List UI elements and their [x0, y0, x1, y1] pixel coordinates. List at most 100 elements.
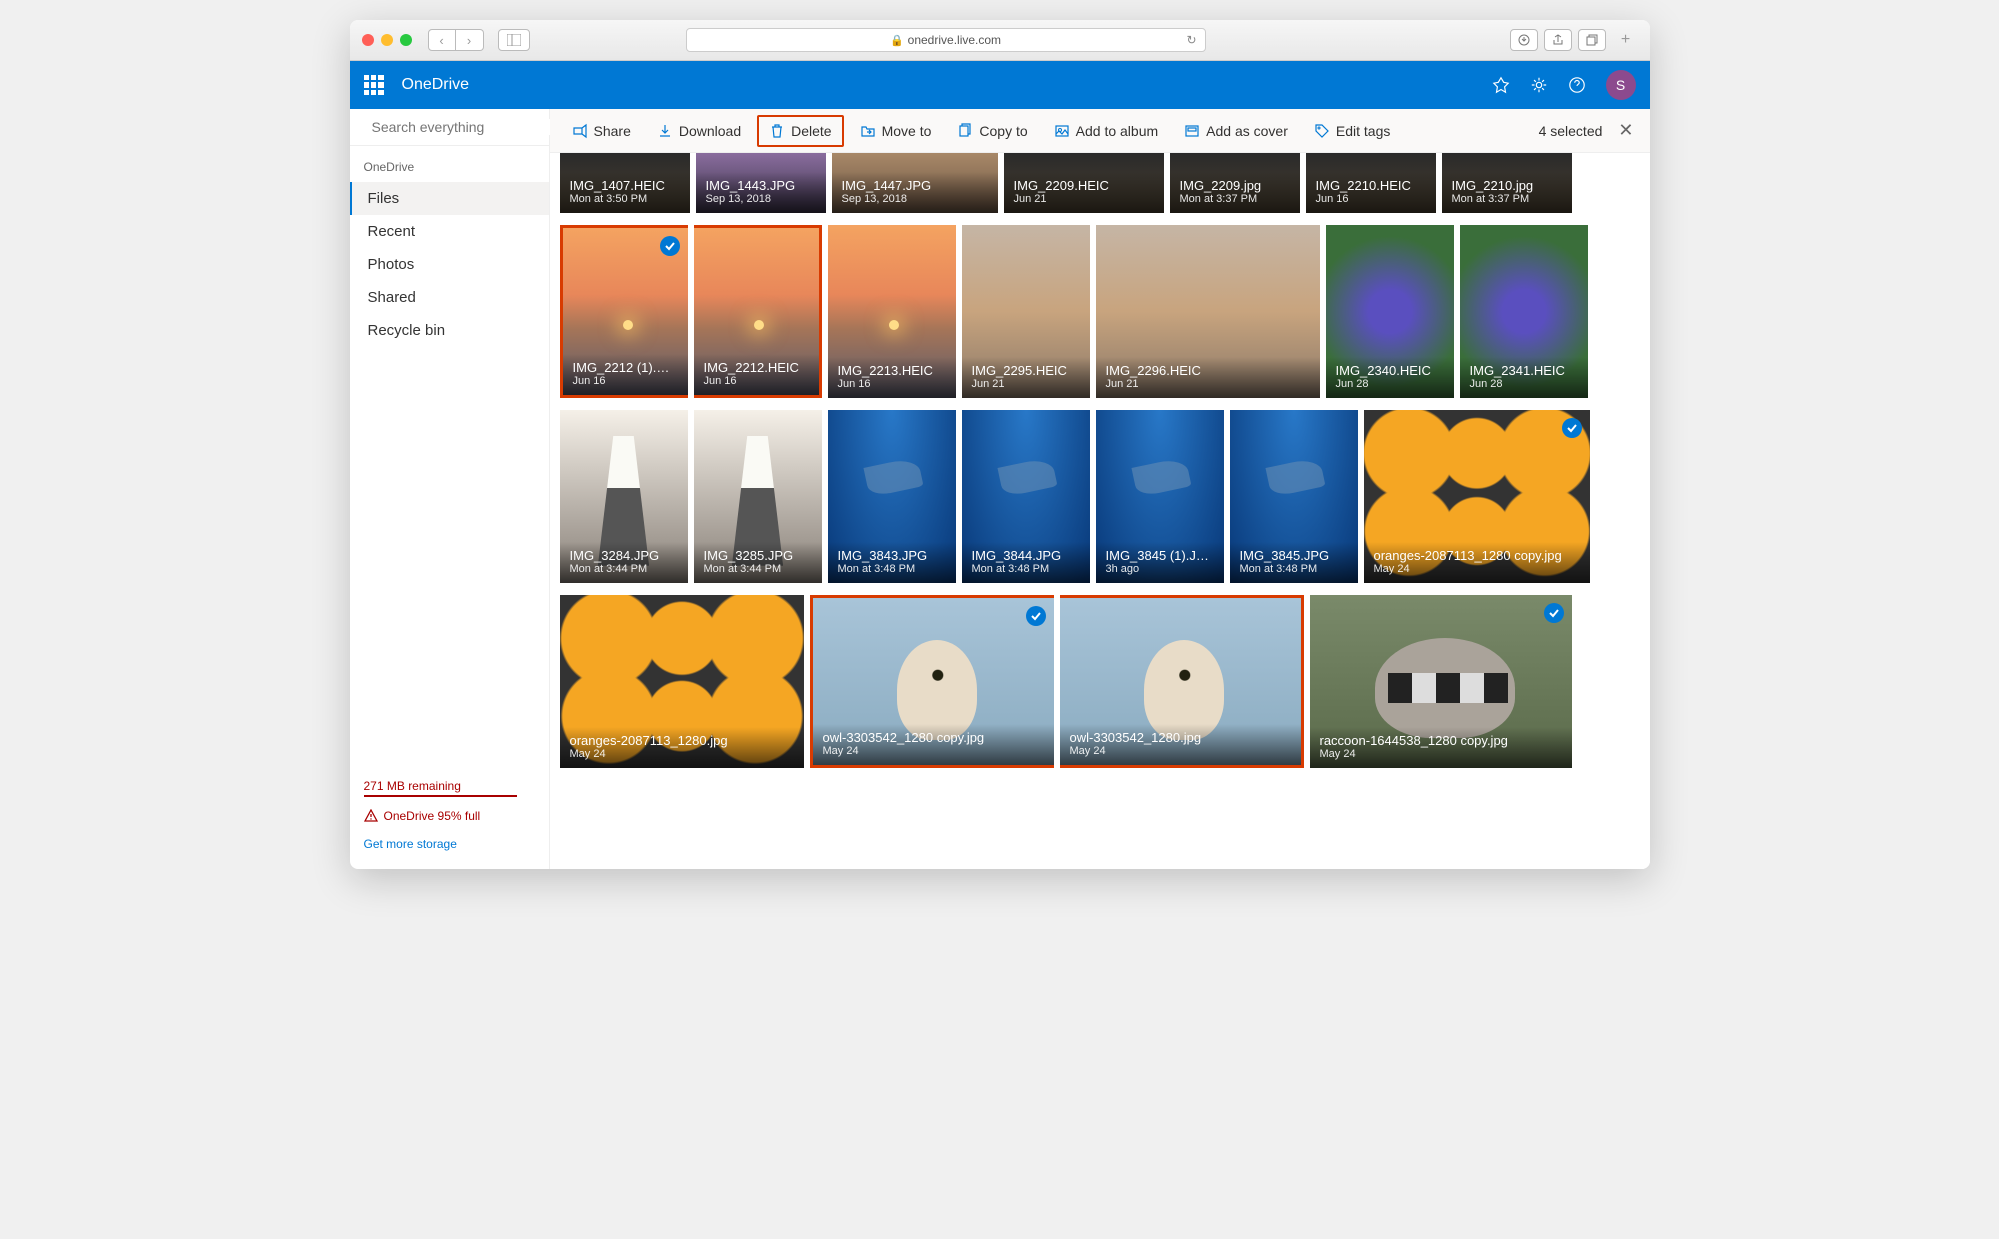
selection-check-icon[interactable]: [1026, 606, 1046, 626]
file-name: IMG_3285.JPG: [704, 548, 812, 563]
address-bar[interactable]: 🔒 onedrive.live.com ↻: [686, 28, 1206, 52]
file-info: IMG_3285.JPGMon at 3:44 PM: [694, 542, 822, 583]
help-icon[interactable]: [1568, 76, 1586, 94]
selection-check-icon[interactable]: [1544, 603, 1564, 623]
file-tile[interactable]: IMG_2210.HEICJun 16: [1306, 153, 1436, 213]
search-box[interactable]: [350, 109, 549, 146]
breadcrumb: OneDrive: [350, 146, 549, 182]
forward-button[interactable]: ›: [456, 29, 484, 51]
file-name: owl-3303542_1280.jpg: [1070, 730, 1291, 745]
new-tab-button[interactable]: +: [1614, 29, 1638, 51]
app-title: OneDrive: [402, 76, 470, 94]
file-date: Jun 21: [972, 378, 1080, 390]
copy-button[interactable]: Copy to: [947, 117, 1037, 145]
file-tile[interactable]: IMG_3843.JPGMon at 3:48 PM: [828, 410, 956, 583]
file-tile[interactable]: IMG_2213.HEICJun 16: [828, 225, 956, 398]
file-info: IMG_2212.HEICJun 16: [694, 354, 819, 395]
app-launcher-button[interactable]: [364, 75, 384, 95]
file-tile[interactable]: IMG_2212.HEICJun 16: [694, 225, 822, 398]
file-info: IMG_2340.HEICJun 28: [1326, 357, 1454, 398]
file-info: IMG_1407.HEICMon at 3:50 PM: [560, 172, 690, 213]
selection-check-icon[interactable]: [1562, 418, 1582, 438]
minimize-window-button[interactable]: [381, 34, 393, 46]
close-window-button[interactable]: [362, 34, 374, 46]
add-as-cover-button[interactable]: Add as cover: [1174, 117, 1298, 145]
sidebar-nav: FilesRecentPhotosSharedRecycle bin: [350, 182, 549, 347]
storage-warning: OneDrive 95% full: [364, 809, 535, 823]
file-tile[interactable]: IMG_3285.JPGMon at 3:44 PM: [694, 410, 822, 583]
tabs-button[interactable]: [1578, 29, 1606, 51]
files-scroll[interactable]: IMG_1407.HEICMon at 3:50 PMIMG_1443.JPGS…: [550, 153, 1650, 869]
file-tile[interactable]: oranges-2087113_1280.jpgMay 24: [560, 595, 804, 768]
search-input[interactable]: [372, 119, 553, 135]
file-info: IMG_2213.HEICJun 16: [828, 357, 956, 398]
file-tile[interactable]: IMG_1443.JPGSep 13, 2018: [696, 153, 826, 213]
sidebar-item-recycle-bin[interactable]: Recycle bin: [350, 314, 549, 347]
sidebar-item-photos[interactable]: Photos: [350, 248, 549, 281]
file-tile[interactable]: raccoon-1644538_1280 copy.jpgMay 24: [1310, 595, 1572, 768]
file-info: IMG_3284.JPGMon at 3:44 PM: [560, 542, 688, 583]
delete-button[interactable]: Delete: [757, 115, 843, 147]
file-name: IMG_1447.JPG: [842, 178, 988, 193]
file-tile[interactable]: IMG_3845.JPGMon at 3:48 PM: [1230, 410, 1358, 583]
file-info: IMG_2209.jpgMon at 3:37 PM: [1170, 172, 1300, 213]
file-tile[interactable]: IMG_2340.HEICJun 28: [1326, 225, 1454, 398]
file-tile[interactable]: IMG_1447.JPGSep 13, 2018: [832, 153, 998, 213]
sidebar-item-shared[interactable]: Shared: [350, 281, 549, 314]
file-date: Mon at 3:44 PM: [570, 563, 678, 575]
back-button[interactable]: ‹: [428, 29, 456, 51]
sidebar-item-recent[interactable]: Recent: [350, 215, 549, 248]
clear-selection-button[interactable]: ✕: [1614, 120, 1637, 141]
browser-nav: ‹ ›: [428, 29, 484, 51]
album-icon: [1054, 123, 1070, 139]
user-avatar[interactable]: S: [1606, 70, 1636, 100]
file-info: raccoon-1644538_1280 copy.jpgMay 24: [1310, 727, 1572, 768]
premium-icon[interactable]: [1492, 76, 1510, 94]
file-info: IMG_2209.HEICJun 21: [1004, 172, 1164, 213]
file-info: IMG_2212 (1).HEICJun 16: [563, 354, 688, 395]
settings-icon[interactable]: [1530, 76, 1548, 94]
file-info: IMG_2295.HEICJun 21: [962, 357, 1090, 398]
file-date: Mon at 3:50 PM: [570, 193, 680, 205]
file-tile[interactable]: IMG_1407.HEICMon at 3:50 PM: [560, 153, 690, 213]
file-name: IMG_2210.jpg: [1452, 178, 1562, 193]
sidebar-toggle-button[interactable]: [498, 29, 530, 51]
sidebar-item-files[interactable]: Files: [350, 182, 549, 215]
file-date: Mon at 3:44 PM: [704, 563, 812, 575]
file-name: owl-3303542_1280 copy.jpg: [823, 730, 1044, 745]
add-to-album-button[interactable]: Add to album: [1044, 117, 1169, 145]
get-storage-link[interactable]: Get more storage: [364, 837, 535, 851]
file-tile[interactable]: IMG_3844.JPGMon at 3:48 PM: [962, 410, 1090, 583]
file-date: Jun 28: [1336, 378, 1444, 390]
file-name: IMG_3845.JPG: [1240, 548, 1348, 563]
lock-icon: 🔒: [890, 34, 904, 47]
maximize-window-button[interactable]: [400, 34, 412, 46]
file-date: May 24: [1320, 748, 1562, 760]
file-tile[interactable]: IMG_2295.HEICJun 21: [962, 225, 1090, 398]
edit-tags-button[interactable]: Edit tags: [1304, 117, 1400, 145]
file-tile[interactable]: IMG_3845 (1).JPG3h ago: [1096, 410, 1224, 583]
file-date: Mon at 3:48 PM: [1240, 563, 1348, 575]
share-button[interactable]: Share: [562, 117, 641, 145]
file-tile[interactable]: IMG_2209.jpgMon at 3:37 PM: [1170, 153, 1300, 213]
file-tile[interactable]: IMG_2212 (1).HEICJun 16: [560, 225, 688, 398]
move-button[interactable]: Move to: [850, 117, 942, 145]
file-date: Mon at 3:37 PM: [1180, 193, 1290, 205]
file-date: Jun 28: [1470, 378, 1578, 390]
selection-check-icon[interactable]: [660, 236, 680, 256]
file-tile[interactable]: IMG_2209.HEICJun 21: [1004, 153, 1164, 213]
browser-chrome: ‹ › 🔒 onedrive.live.com ↻ +: [350, 20, 1650, 61]
file-tile[interactable]: IMG_3284.JPGMon at 3:44 PM: [560, 410, 688, 583]
download-button[interactable]: Download: [647, 117, 751, 145]
share-browser-button[interactable]: [1544, 29, 1572, 51]
file-tile[interactable]: oranges-2087113_1280 copy.jpgMay 24: [1364, 410, 1590, 583]
storage-panel: 271 MB remaining OneDrive 95% full Get m…: [350, 761, 549, 869]
file-tile[interactable]: owl-3303542_1280 copy.jpgMay 24: [810, 595, 1054, 768]
file-name: IMG_2296.HEIC: [1106, 363, 1310, 378]
file-tile[interactable]: IMG_2296.HEICJun 21: [1096, 225, 1320, 398]
file-tile[interactable]: IMG_2210.jpgMon at 3:37 PM: [1442, 153, 1572, 213]
refresh-icon[interactable]: ↻: [1186, 33, 1196, 47]
file-tile[interactable]: IMG_2341.HEICJun 28: [1460, 225, 1588, 398]
downloads-button[interactable]: [1510, 29, 1538, 51]
file-tile[interactable]: owl-3303542_1280.jpgMay 24: [1060, 595, 1304, 768]
